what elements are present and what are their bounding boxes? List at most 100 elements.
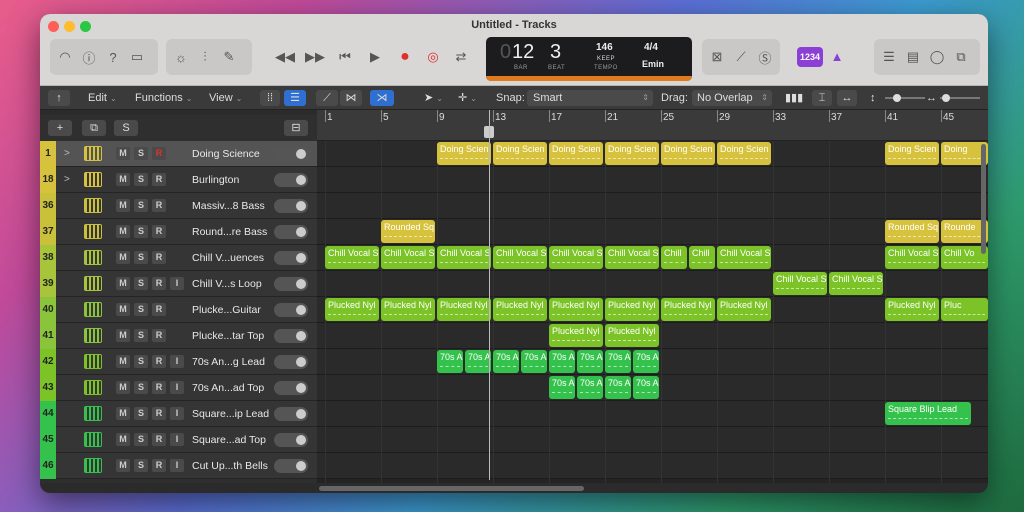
vertical-scrollbar[interactable] [981,144,986,254]
region[interactable]: Doing Scien [717,142,771,165]
smart-controls-icon[interactable]: ☼ [170,46,192,68]
playhead[interactable] [489,110,490,480]
region[interactable]: Chill Vocal S [885,246,939,269]
record-enable-button[interactable]: R [152,355,166,368]
input-monitor-button[interactable]: I [170,381,184,394]
mute-button[interactable]: M [116,329,130,342]
solo-button[interactable]: S [134,199,148,212]
track-on-off-toggle[interactable] [274,459,308,473]
inspector-icon[interactable]: ⓘ [78,46,100,68]
region[interactable]: Chill Vocal S [773,272,827,295]
track-header[interactable]: 1 > M S R Doing Science [40,141,317,167]
solo-button[interactable]: S [134,355,148,368]
cycle-icon[interactable]: ⇄ [450,46,472,68]
duplicate-track-button[interactable]: ⧉ [82,120,106,136]
fit-horizontal-icon[interactable]: ↔ [837,90,857,106]
region[interactable]: Doing Scien [661,142,715,165]
record-icon[interactable]: ● [394,46,416,68]
solo-button[interactable]: S [134,277,148,290]
list-view-icon[interactable]: ☰ [284,90,306,106]
lcd-display[interactable]: 0 12 BAR 3 BEAT 146 KEEP TEMPO 4/4 Emin [486,37,692,81]
browsers-icon[interactable]: ⧉ [950,46,972,68]
track-lane[interactable] [317,453,988,479]
region[interactable]: Plucked Nyl [325,298,379,321]
track-on-off-toggle[interactable] [274,329,308,343]
region[interactable]: Chill Vocal S [549,246,603,269]
catch-icon[interactable]: ⋊ [370,90,394,106]
record-enable-button[interactable]: R [152,329,166,342]
region[interactable]: Rounded Sq [885,220,939,243]
solo-icon[interactable]: Ⓢ [754,46,776,68]
mute-button[interactable]: M [116,173,130,186]
disclosure-triangle-icon[interactable]: > [64,174,70,185]
region[interactable]: Rounded Sq [381,220,435,243]
solo-button[interactable]: S [134,329,148,342]
region[interactable]: Chill Vocal S [493,246,547,269]
vertical-zoom-slider[interactable] [885,90,925,106]
input-monitor-button[interactable]: I [170,277,184,290]
region[interactable]: Doing Scien [605,142,659,165]
bar-ruler[interactable]: 1 5 9 13 17 21 25 29 33 37 41 45 [317,110,988,141]
track-header[interactable]: 45 M S R I Square...ad Top [40,427,317,453]
play-icon[interactable]: ▶ [364,46,386,68]
track-header[interactable]: 44 M S R I Square...ip Lead [40,401,317,427]
tuner-icon[interactable]: ⟋ [730,46,752,68]
mute-button[interactable]: M [116,303,130,316]
snap-select[interactable]: Smart ⇕ [527,90,653,106]
region[interactable]: Chill Vocal S [437,246,491,269]
record-enable-button[interactable]: R [152,173,166,186]
region[interactable]: Chill [661,246,687,269]
notepad-icon[interactable]: ▤ [902,46,924,68]
record-enable-button[interactable]: R [152,303,166,316]
region[interactable]: Chill Vocal S [605,246,659,269]
region[interactable]: Chill [689,246,715,269]
region[interactable]: Chill Vocal S [717,246,771,269]
global-tracks-button[interactable]: ⊟ [284,120,308,136]
mute-button[interactable]: M [116,225,130,238]
region[interactable]: Doing Scien [549,142,603,165]
low-latency-icon[interactable]: ⊠ [706,46,728,68]
track-lane[interactable] [317,427,988,453]
track-on-off-toggle[interactable] [274,147,308,161]
record-enable-button[interactable]: R [152,251,166,264]
flex-icon[interactable]: ⋈ [340,90,362,106]
solo-button[interactable]: S [134,173,148,186]
track-on-off-toggle[interactable] [274,173,308,187]
track-header[interactable]: 38 M S R Chill V...uences [40,245,317,271]
quick-help-icon[interactable]: ? [102,46,124,68]
track-on-off-toggle[interactable] [274,303,308,317]
mute-button[interactable]: M [116,459,130,472]
track-lane[interactable] [317,271,988,297]
library-icon[interactable]: ◠ [54,46,76,68]
editors-icon[interactable]: ✎ [218,46,240,68]
track-header[interactable]: 37 M S R Round...re Bass [40,219,317,245]
list-editors-icon[interactable]: ☰ [878,46,900,68]
solo-button[interactable]: S [134,303,148,316]
region[interactable]: Plucked Nyl [605,298,659,321]
region[interactable]: 70s A [493,350,519,373]
region[interactable]: Pluc [941,298,988,321]
loop-browser-icon[interactable]: ◯ [926,46,948,68]
forward-icon[interactable]: ▶▶ [304,46,326,68]
automation-icon[interactable]: ⟋ [316,90,338,106]
mute-button[interactable]: M [116,355,130,368]
metronome-icon[interactable]: ▲ [828,49,846,65]
region[interactable]: 70s A [549,350,575,373]
count-in-button[interactable]: 1234 [797,47,823,67]
track-on-off-toggle[interactable] [274,355,308,369]
region[interactable]: Plucked Nyl [885,298,939,321]
track-on-off-toggle[interactable] [274,407,308,421]
back-icon[interactable]: ↑ [48,90,70,106]
waveform-zoom-icon[interactable]: ▮▮▮ [785,90,803,106]
global-solo-button[interactable]: S [114,120,138,136]
region[interactable]: Doing Scien [493,142,547,165]
input-monitor-button[interactable]: I [170,355,184,368]
view-menu[interactable]: View ⌄ [209,90,242,106]
mute-button[interactable]: M [116,199,130,212]
mute-button[interactable]: M [116,277,130,290]
track-header[interactable]: 42 M S R I 70s An...g Lead [40,349,317,375]
scroll-thumb[interactable] [319,486,584,491]
region[interactable]: 70s A [577,350,603,373]
record-enable-button[interactable]: R [152,459,166,472]
fit-vertical-icon[interactable]: ⌶ [812,90,832,106]
